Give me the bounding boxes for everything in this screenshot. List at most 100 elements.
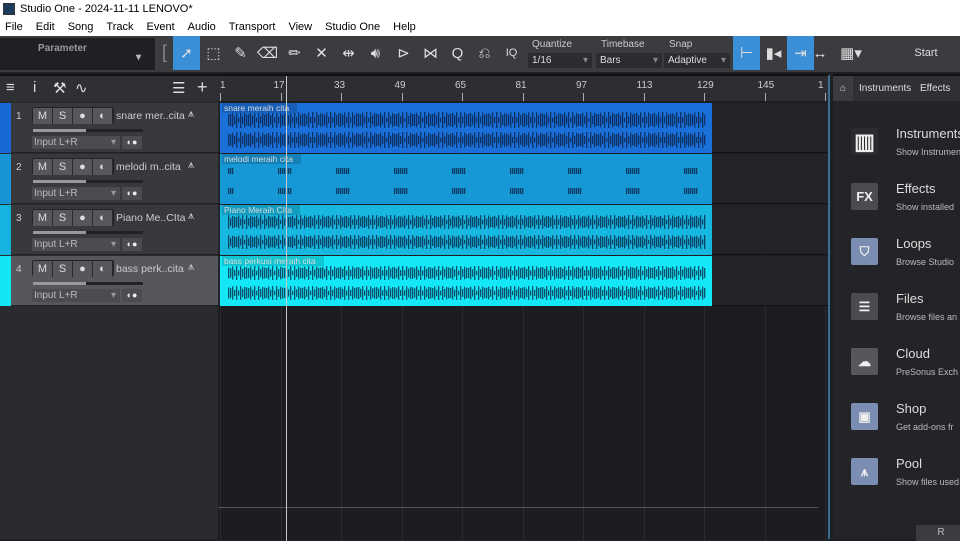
snap-events-icon[interactable]: ▮◂ — [760, 36, 787, 70]
record-button[interactable]: ● — [73, 261, 93, 277]
input-select[interactable]: Input L+R — [32, 187, 120, 200]
tab-effects[interactable]: Effects — [920, 83, 950, 94]
info-icon[interactable]: i — [33, 79, 36, 96]
paint-tool[interactable]: ✏ — [281, 36, 308, 70]
audio-event[interactable]: snare meraih cita — [220, 103, 712, 153]
transient-icon[interactable]: ⊳ — [390, 36, 417, 70]
solo-button[interactable]: S — [53, 159, 73, 175]
browser-item[interactable]: ⛉ Loops Browse Studio — [851, 236, 960, 288]
menu-view[interactable]: View — [288, 18, 312, 36]
tab-instruments[interactable]: Instruments — [859, 83, 911, 94]
toggle-icon[interactable]: ◐● — [122, 289, 142, 302]
snap-to-grid-icon[interactable]: ⊢ — [733, 36, 760, 70]
quantize-icon[interactable]: Q — [444, 36, 471, 70]
toggle-icon[interactable]: ◐● — [122, 136, 142, 149]
menu-icon[interactable]: ≡ — [6, 79, 15, 96]
listen-tool[interactable]: 🔊︎ — [362, 36, 389, 70]
menu-studio-one[interactable]: Studio One — [325, 18, 380, 36]
track-lane[interactable]: melodi meraih cita — [218, 154, 828, 204]
snap-select[interactable]: Adaptive — [664, 53, 730, 68]
track-name[interactable]: snare mer..cita — [116, 110, 185, 122]
audio-event[interactable]: bass perkusi meraih cita — [220, 256, 712, 306]
track-color[interactable] — [0, 256, 11, 306]
volume-fader[interactable] — [33, 282, 143, 285]
monitor-button[interactable]: ◐ — [93, 261, 113, 277]
arrange-view[interactable]: 1 17 33 49 65 81 97 113 129 145 1 snare meraih cit… — [218, 74, 830, 541]
quantize-select[interactable]: 1/16 — [528, 53, 592, 68]
menu-event[interactable]: Event — [147, 18, 175, 36]
home-icon[interactable]: ⌂ — [833, 76, 853, 101]
mute-button[interactable]: M — [33, 210, 53, 226]
timeline-ruler[interactable]: 1 17 33 49 65 81 97 113 129 145 1 — [218, 76, 828, 101]
menu-song[interactable]: Song — [68, 18, 94, 36]
mute-button[interactable]: M — [33, 108, 53, 124]
menu-track[interactable]: Track — [106, 18, 133, 36]
browser-item[interactable]: ☰ Files Browse files an — [851, 291, 960, 343]
track-header[interactable]: 2 M S ● ◐ melodi m..cita ⩚ Input L+R ◐● — [0, 154, 218, 204]
track-lane[interactable]: Piano Meraih CIta — [218, 205, 828, 255]
record-button[interactable]: ● — [73, 210, 93, 226]
iq-button[interactable]: IQ — [498, 36, 525, 70]
volume-fader[interactable] — [33, 180, 143, 183]
split-icon[interactable]: ↔ — [811, 36, 829, 70]
monitor-button[interactable]: ◐ — [93, 108, 113, 124]
track-color[interactable] — [0, 103, 11, 153]
input-select[interactable]: Input L+R — [32, 238, 120, 251]
track-name[interactable]: Piano Me..CIta — [116, 212, 185, 224]
bend-marker-icon[interactable]: ⋈ — [417, 36, 444, 70]
arrow-tool[interactable]: ➚ — [173, 36, 200, 70]
browser-item[interactable]: ☁ Cloud PreSonus Exch — [851, 346, 960, 398]
timebase-select[interactable]: Bars — [596, 53, 662, 68]
toggle-icon[interactable]: ◐● — [122, 238, 142, 251]
track-name[interactable]: bass perk..cita — [116, 263, 184, 275]
browser-item[interactable]: ▥ Instruments Show Instruments — [851, 126, 960, 178]
start-button[interactable]: Start — [900, 36, 952, 70]
solo-button[interactable]: S — [53, 210, 73, 226]
track-lane[interactable]: bass perkusi meraih cita — [218, 256, 828, 306]
monitor-button[interactable]: ◐ — [93, 210, 113, 226]
volume-fader[interactable] — [33, 231, 143, 234]
groove-icon[interactable]: ⎌ — [471, 36, 498, 70]
mute-button[interactable]: M — [33, 159, 53, 175]
track-lane[interactable]: snare meraih cita — [218, 103, 828, 153]
range-tool[interactable]: ⬚ — [200, 36, 227, 70]
menu-file[interactable]: File — [5, 18, 23, 36]
layout-options-icon[interactable]: ▦▾ — [832, 36, 870, 70]
track-color[interactable] — [0, 154, 11, 204]
track-color[interactable] — [0, 205, 11, 255]
track-header[interactable]: 3 M S ● ◐ Piano Me..CIta ⩚ Input L+R ◐● — [0, 205, 218, 255]
track-options-icon[interactable]: ☰ — [172, 79, 185, 97]
mute-button[interactable]: M — [33, 261, 53, 277]
eraser-tool[interactable]: ⌫ — [254, 36, 281, 70]
track-header[interactable]: 4 M S ● ◐ bass perk..cita ⩚ Input L+R ◐● — [0, 256, 218, 306]
bend-tool[interactable]: ⇹ — [335, 36, 362, 70]
input-select[interactable]: Input L+R — [32, 289, 120, 302]
record-button[interactable]: ● — [73, 159, 93, 175]
menu-help[interactable]: Help — [393, 18, 416, 36]
menu-edit[interactable]: Edit — [36, 18, 55, 36]
parameter-select[interactable]: Parameter ▾ — [0, 38, 155, 70]
track-header[interactable]: 1 M S ● ◐ snare mer..cita ⩚ Input L+R ◐● — [0, 103, 218, 153]
track-name[interactable]: melodi m..cita — [116, 161, 181, 173]
input-select[interactable]: Input L+R — [32, 136, 120, 149]
browser-item[interactable]: FX Effects Show installed — [851, 181, 960, 233]
audio-event[interactable]: melodi meraih cita — [220, 154, 712, 204]
audio-event[interactable]: Piano Meraih CIta — [220, 205, 712, 255]
solo-button[interactable]: S — [53, 108, 73, 124]
add-track-icon[interactable]: + — [197, 77, 208, 98]
wrench-icon[interactable]: ⚒ — [53, 79, 66, 97]
menu-audio[interactable]: Audio — [188, 18, 216, 36]
snap-cursor-icon[interactable]: ⇥ — [787, 36, 814, 70]
split-tool[interactable]: ✎ — [227, 36, 254, 70]
solo-button[interactable]: S — [53, 261, 73, 277]
mute-tool[interactable]: ✕ — [308, 36, 335, 70]
record-button[interactable]: ● — [73, 108, 93, 124]
playhead[interactable] — [286, 76, 287, 541]
automation-icon[interactable]: ∿ — [75, 79, 88, 97]
menu-transport[interactable]: Transport — [229, 18, 276, 36]
toggle-icon[interactable]: ◐● — [122, 187, 142, 200]
browser-item[interactable]: ▣ Shop Get add-ons fr — [851, 401, 960, 453]
browser-item[interactable]: ⩚ Pool Show files used — [851, 456, 960, 508]
monitor-button[interactable]: ◐ — [93, 159, 113, 175]
volume-fader[interactable] — [33, 129, 143, 132]
